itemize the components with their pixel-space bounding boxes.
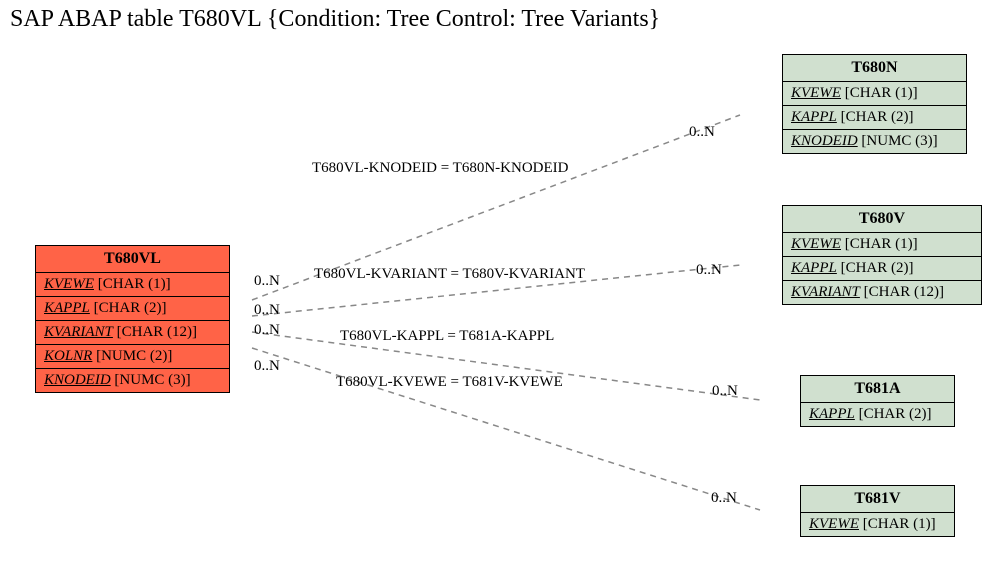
entity-t680vl-field: KOLNR [NUMC (2)] bbox=[36, 345, 229, 369]
relation-label-2: T680VL-KVARIANT = T680V-KVARIANT bbox=[314, 266, 585, 283]
entity-t680vl-header: T680VL bbox=[36, 246, 229, 273]
entity-t680v-field: KVARIANT [CHAR (12)] bbox=[783, 281, 981, 304]
entity-t680n-header: T680N bbox=[783, 55, 966, 82]
entity-t680n: T680N KVEWE [CHAR (1)] KAPPL [CHAR (2)] … bbox=[782, 54, 967, 154]
entity-t680n-field: KVEWE [CHAR (1)] bbox=[783, 82, 966, 106]
entity-t680vl-field: KNODEID [NUMC (3)] bbox=[36, 369, 229, 392]
entity-t680v-header: T680V bbox=[783, 206, 981, 233]
entity-t681v: T681V KVEWE [CHAR (1)] bbox=[800, 485, 955, 537]
entity-t681v-field: KVEWE [CHAR (1)] bbox=[801, 513, 954, 536]
cardinality-right-2: 0..N bbox=[696, 262, 722, 279]
entity-t681a: T681A KAPPL [CHAR (2)] bbox=[800, 375, 955, 427]
entity-t680v: T680V KVEWE [CHAR (1)] KAPPL [CHAR (2)] … bbox=[782, 205, 982, 305]
entity-t680vl-field: KAPPL [CHAR (2)] bbox=[36, 297, 229, 321]
cardinality-left-1: 0..N bbox=[254, 273, 280, 290]
entity-t681v-header: T681V bbox=[801, 486, 954, 513]
cardinality-right-1: 0..N bbox=[689, 124, 715, 141]
entity-t681a-header: T681A bbox=[801, 376, 954, 403]
entity-t680vl-field: KVARIANT [CHAR (12)] bbox=[36, 321, 229, 345]
relation-label-1: T680VL-KNODEID = T680N-KNODEID bbox=[312, 160, 568, 177]
cardinality-right-4: 0..N bbox=[711, 490, 737, 507]
entity-t680n-field: KAPPL [CHAR (2)] bbox=[783, 106, 966, 130]
relation-label-3: T680VL-KAPPL = T681A-KAPPL bbox=[340, 328, 554, 345]
entity-t680vl-field: KVEWE [CHAR (1)] bbox=[36, 273, 229, 297]
relation-label-4: T680VL-KVEWE = T681V-KVEWE bbox=[336, 374, 563, 391]
cardinality-left-4: 0..N bbox=[254, 358, 280, 375]
cardinality-right-3: 0..N bbox=[712, 383, 738, 400]
cardinality-left-3: 0..N bbox=[254, 322, 280, 339]
diagram-title: SAP ABAP table T680VL {Condition: Tree C… bbox=[10, 6, 660, 33]
entity-t680vl: T680VL KVEWE [CHAR (1)] KAPPL [CHAR (2)]… bbox=[35, 245, 230, 393]
entity-t680v-field: KAPPL [CHAR (2)] bbox=[783, 257, 981, 281]
entity-t681a-field: KAPPL [CHAR (2)] bbox=[801, 403, 954, 426]
cardinality-left-2: 0..N bbox=[254, 302, 280, 319]
entity-t680n-field: KNODEID [NUMC (3)] bbox=[783, 130, 966, 153]
entity-t680v-field: KVEWE [CHAR (1)] bbox=[783, 233, 981, 257]
